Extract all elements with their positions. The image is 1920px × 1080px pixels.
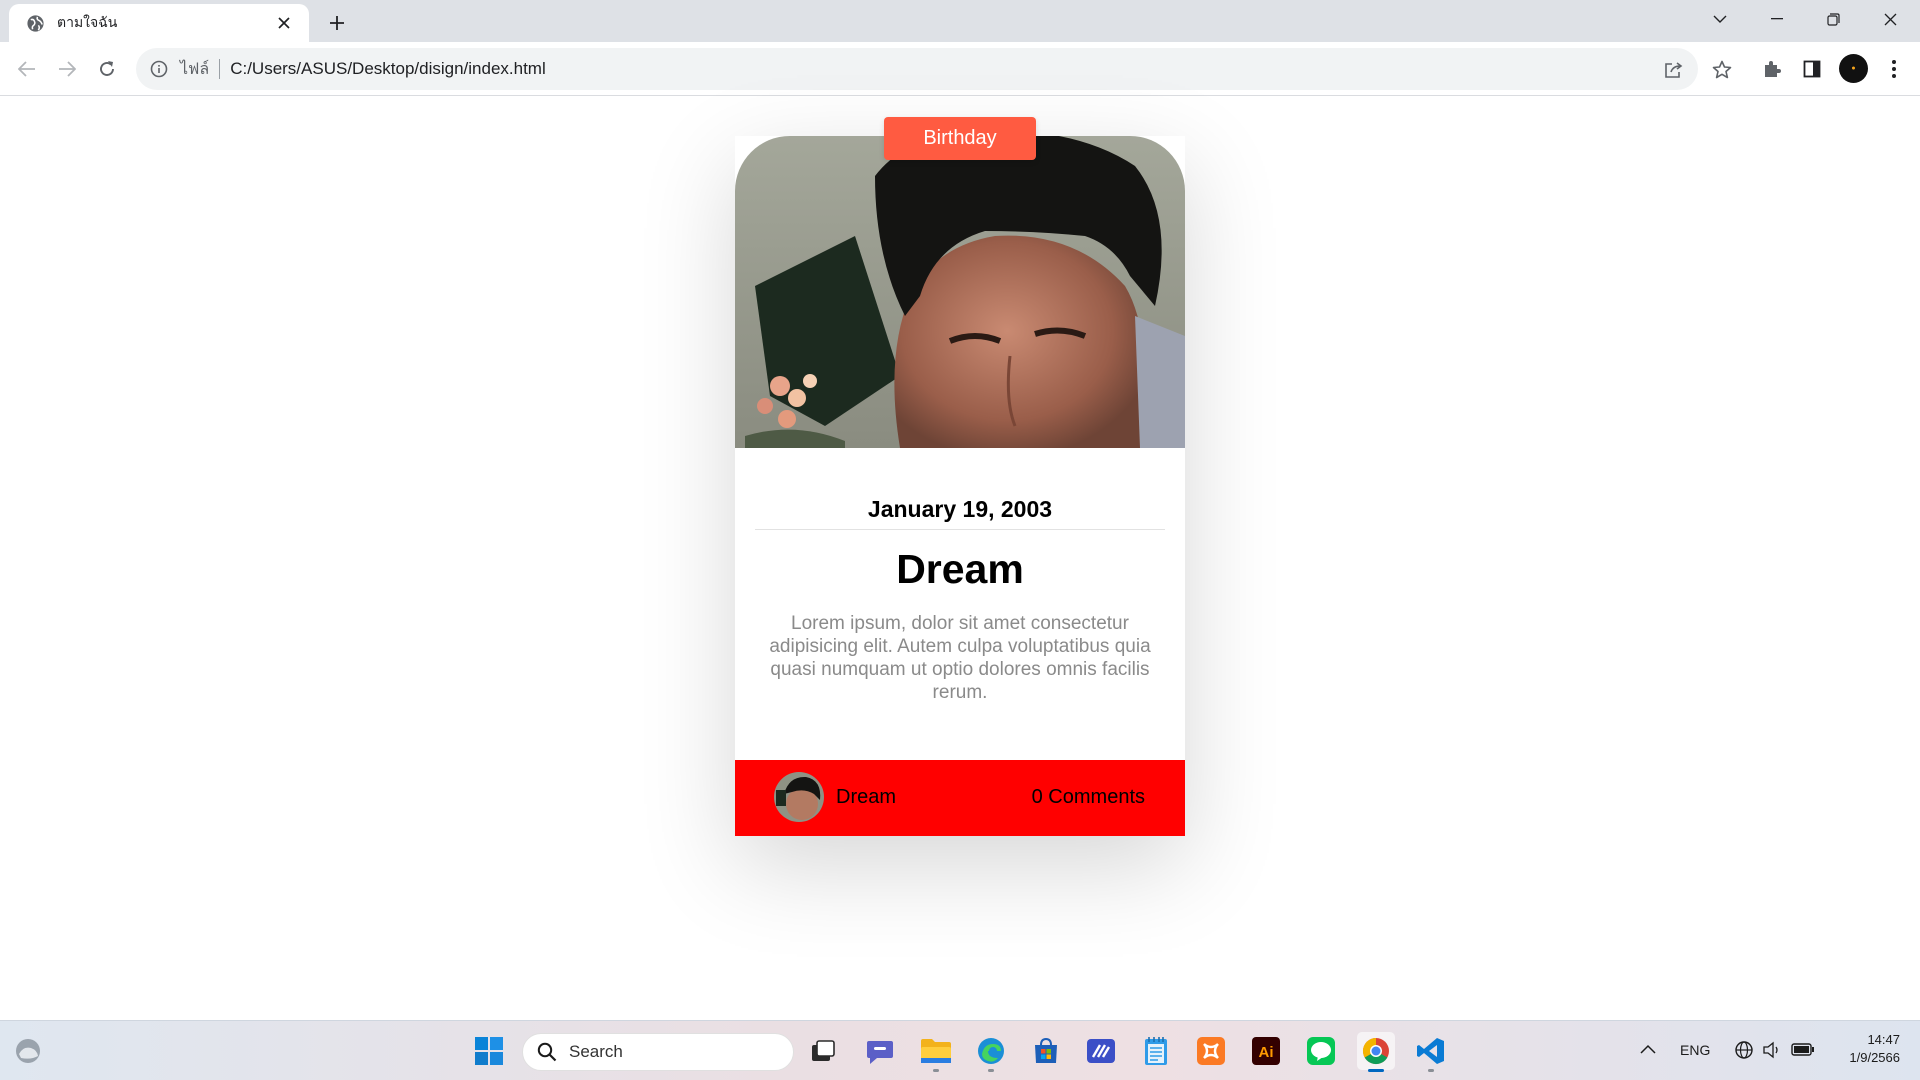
comments-count[interactable]: 0 Comments (1032, 786, 1145, 809)
profile-photo (735, 136, 1185, 448)
reload-button[interactable] (91, 53, 123, 85)
file-scheme-chip: ไฟล์ (180, 58, 210, 78)
tab-strip: ตามใจฉัน (0, 0, 1920, 42)
search-label: Search (569, 1042, 623, 1061)
weather-icon (16, 1039, 40, 1063)
start-button[interactable] (470, 1032, 508, 1070)
chat-icon (867, 1041, 893, 1064)
card-footer: Dream 0 Comments (735, 760, 1185, 836)
notepad-icon (1145, 1037, 1167, 1065)
running-indicator (988, 1069, 994, 1072)
omnibox-divider (219, 59, 221, 79)
reload-icon (100, 61, 114, 76)
svg-text:Ai: Ai (1259, 1044, 1274, 1061)
menu-kebab-icon[interactable] (1880, 55, 1908, 83)
minimize-button[interactable] (1749, 0, 1805, 38)
teams-chat-button[interactable] (861, 1032, 899, 1070)
tab-title: ตามใจฉัน (57, 15, 118, 31)
share-icon[interactable] (1662, 58, 1686, 82)
close-icon (1884, 13, 1896, 25)
vscode-icon (1417, 1038, 1444, 1064)
back-button[interactable] (11, 53, 43, 85)
file-explorer-button[interactable] (917, 1032, 955, 1072)
taskbar-search[interactable]: Search (522, 1033, 794, 1071)
card-title: Dream (896, 546, 1024, 592)
task-view-icon (812, 1040, 835, 1061)
illustrator-button[interactable]: Ai (1247, 1032, 1285, 1070)
tab-search-button[interactable] (1692, 0, 1748, 38)
author-avatar (774, 772, 824, 822)
windows-logo-icon (475, 1037, 503, 1065)
line-button[interactable] (1302, 1032, 1340, 1070)
clock-time: 14:47 (1867, 1032, 1900, 1047)
running-indicator (933, 1069, 939, 1072)
microsoft-store-button[interactable] (1027, 1032, 1065, 1070)
xampp-button[interactable] (1192, 1032, 1230, 1070)
system-clock[interactable]: 14:47 1/9/2566 (1820, 1031, 1900, 1067)
windows-taskbar: Search Ai ENG 14:47 1/9/2566 (0, 1020, 1920, 1080)
plus-icon (330, 16, 344, 30)
extensions-puzzle-icon[interactable] (1758, 55, 1786, 83)
address-bar[interactable]: ไฟล์ C:/Users/ASUS/Desktop/disign/index.… (136, 48, 1698, 90)
info-icon[interactable] (150, 60, 168, 78)
chrome-button[interactable] (1357, 1032, 1395, 1072)
folder-icon (921, 1039, 951, 1063)
profile-logo-icon: ● (1851, 65, 1856, 72)
search-icon (537, 1042, 557, 1062)
page-viewport: Birthday January 19, 2003 Dream Lorem ip… (0, 97, 1920, 1020)
chrome-icon (1362, 1037, 1389, 1065)
arrow-right-icon (59, 61, 76, 77)
arrow-left-icon (18, 61, 35, 77)
whiteboard-icon (1087, 1039, 1115, 1063)
whiteboard-button[interactable] (1082, 1032, 1120, 1070)
card-description: Lorem ipsum, dolor sit amet consectetur … (769, 613, 1151, 703)
chevron-up-icon[interactable] (1640, 1041, 1656, 1059)
notepad-button[interactable] (1137, 1032, 1175, 1070)
running-indicator (1368, 1069, 1384, 1072)
language-indicator[interactable]: ENG (1680, 1042, 1710, 1058)
xampp-icon (1197, 1037, 1225, 1065)
close-window-button[interactable] (1862, 0, 1918, 38)
minimize-icon (1771, 18, 1783, 20)
chevron-down-icon (1713, 15, 1727, 23)
new-tab-button[interactable] (322, 8, 352, 38)
line-icon (1307, 1037, 1335, 1065)
close-tab-icon[interactable] (273, 12, 295, 34)
bookmark-star-icon[interactable] (1708, 55, 1736, 83)
volume-icon[interactable] (1762, 1040, 1782, 1065)
vscode-button[interactable] (1412, 1032, 1450, 1072)
globe-icon (27, 14, 44, 32)
restore-button[interactable] (1805, 0, 1861, 38)
network-icon[interactable] (1734, 1040, 1754, 1065)
illustrator-icon: Ai (1252, 1037, 1280, 1065)
side-panel-icon[interactable] (1798, 55, 1826, 83)
forward-button[interactable] (51, 53, 83, 85)
widgets-button[interactable] (9, 1032, 47, 1070)
browser-tab[interactable]: ตามใจฉัน (9, 4, 309, 42)
restore-icon (1826, 12, 1840, 26)
card-date: January 19, 2003 (755, 496, 1165, 530)
edge-icon (978, 1038, 1004, 1064)
author-name[interactable]: Dream (836, 786, 896, 809)
task-view-button[interactable] (804, 1032, 842, 1070)
birthday-card: Birthday January 19, 2003 Dream Lorem ip… (735, 117, 1185, 836)
clock-date: 1/9/2566 (1849, 1050, 1900, 1065)
edge-button[interactable] (972, 1032, 1010, 1072)
battery-icon[interactable] (1791, 1041, 1815, 1062)
store-icon (1035, 1037, 1057, 1063)
url-text[interactable]: C:/Users/ASUS/Desktop/disign/index.html (230, 59, 546, 79)
browser-toolbar: ไฟล์ C:/Users/ASUS/Desktop/disign/index.… (0, 42, 1920, 96)
birthday-badge: Birthday (884, 117, 1036, 160)
running-indicator (1428, 1069, 1434, 1072)
profile-avatar[interactable]: ● (1839, 54, 1868, 83)
